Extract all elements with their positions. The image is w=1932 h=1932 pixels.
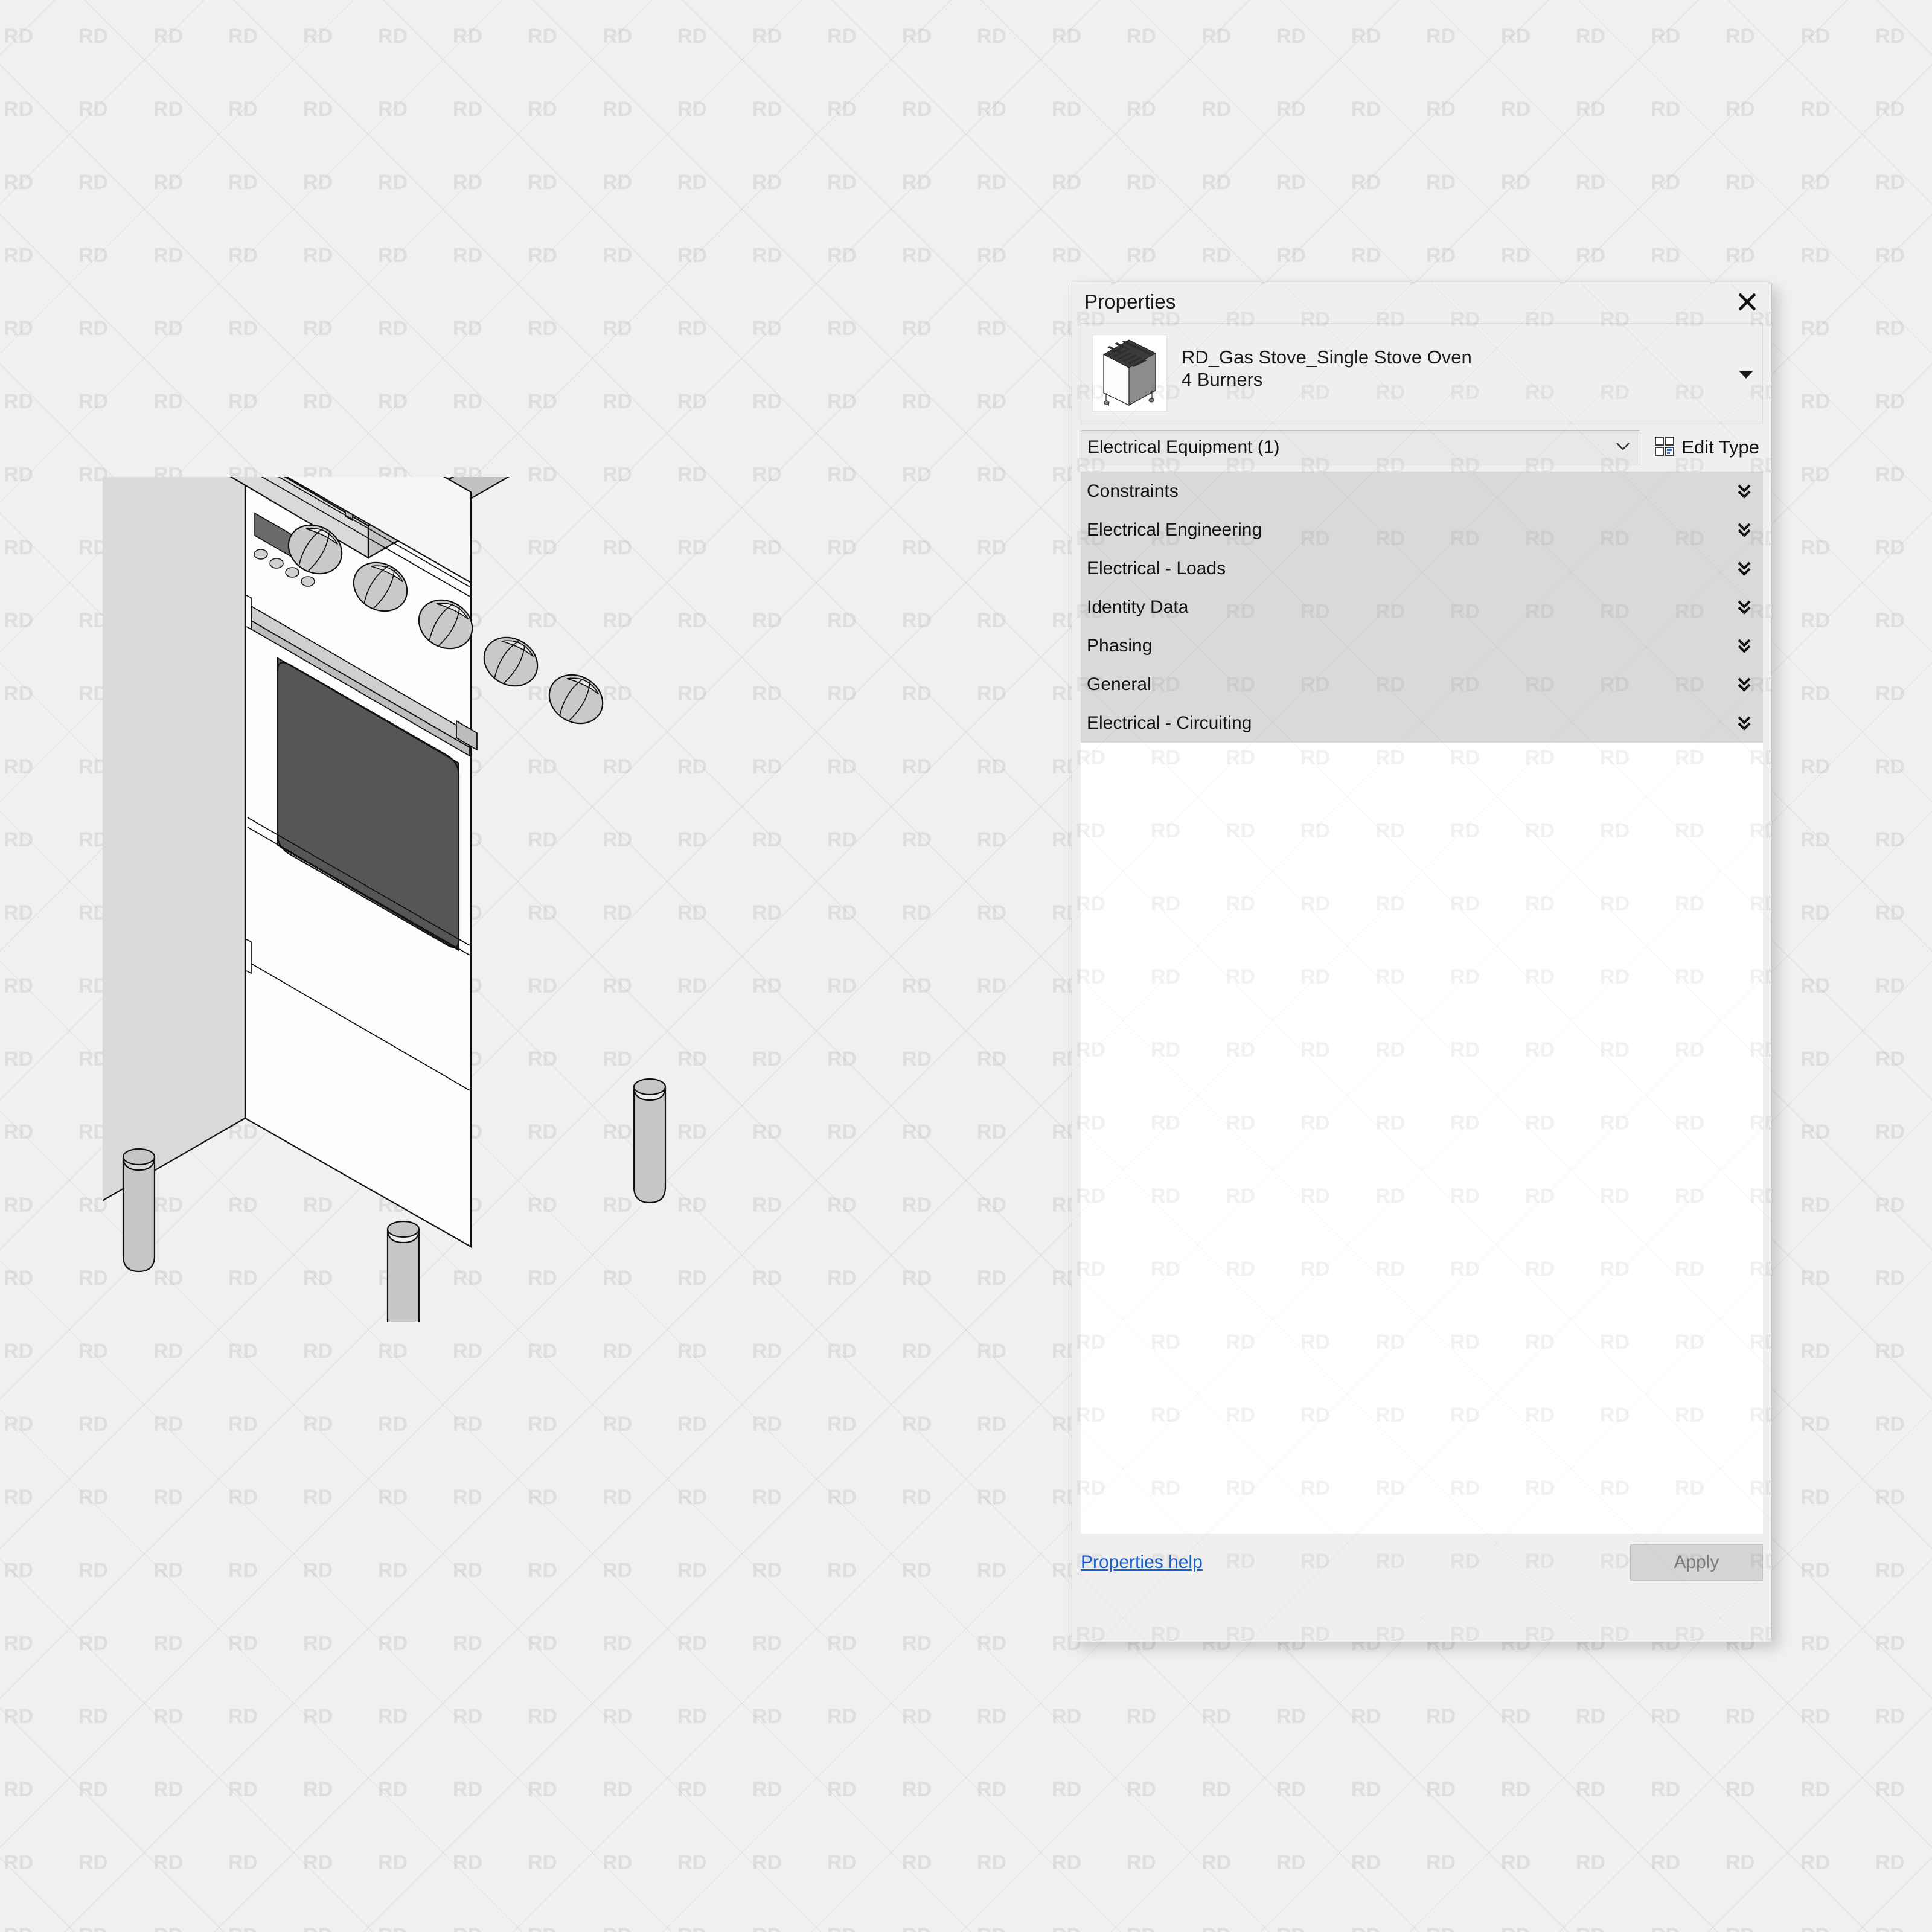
palette-titlebar: Properties — [1072, 283, 1771, 321]
type-dropdown-arrow-icon[interactable] — [1730, 324, 1762, 425]
double-chevron-down-icon[interactable] — [1736, 522, 1752, 539]
parameter-group-row[interactable]: Constraints — [1081, 472, 1763, 511]
double-chevron-down-icon[interactable] — [1736, 676, 1752, 693]
edit-type-icon — [1654, 435, 1675, 460]
parameter-group-list: Constraints Electrical Engineering Electri… — [1081, 472, 1763, 743]
parameter-group-row[interactable]: Electrical Engineering — [1081, 511, 1763, 549]
parameter-group-row[interactable]: Electrical - Loads — [1081, 549, 1763, 588]
type-family-name: RD_Gas Stove_Single Stove Oven — [1182, 347, 1730, 369]
parameter-group-row[interactable]: Electrical - Circuiting — [1081, 704, 1763, 743]
parameter-group-row[interactable]: Identity Data — [1081, 588, 1763, 627]
gas-stove-thumbnail: .tb { fill:none; stroke:#222; stroke-wid… — [1092, 334, 1167, 412]
type-variant-name: 4 Burners — [1182, 369, 1730, 391]
edit-type-label: Edit Type — [1681, 437, 1759, 458]
app-canvas: RDRDRDRDRDRDRDRDRDRDRDRDRDRDRDRDRDRDRDRD… — [0, 0, 1932, 1932]
apply-button[interactable]: Apply — [1630, 1544, 1763, 1581]
double-chevron-down-icon[interactable] — [1736, 560, 1752, 577]
properties-help-link[interactable]: Properties help — [1081, 1552, 1203, 1573]
double-chevron-down-icon[interactable] — [1736, 715, 1752, 732]
parameter-group-row[interactable]: Phasing — [1081, 627, 1763, 665]
parameter-group-label: Electrical Engineering — [1087, 520, 1262, 540]
palette-title: Properties — [1084, 290, 1176, 313]
category-select-value: Electrical Equipment (1) — [1087, 437, 1279, 458]
properties-palette: Properties .tb { fill:none; stroke:#222;… — [1072, 283, 1772, 1642]
type-name-block: RD_Gas Stove_Single Stove Oven 4 Burners — [1167, 324, 1730, 391]
chevron-down-icon — [1614, 441, 1631, 455]
double-chevron-down-icon[interactable] — [1736, 599, 1752, 616]
close-icon[interactable] — [1734, 289, 1761, 315]
gas-stove-illustration: .ln { fill:none; stroke:#111; stroke-wid… — [103, 477, 906, 1322]
parameter-group-label: Constraints — [1087, 481, 1179, 502]
category-row: Electrical Equipment (1) — [1081, 430, 1763, 464]
double-chevron-down-icon[interactable] — [1736, 483, 1752, 500]
category-select[interactable]: Electrical Equipment (1) — [1081, 430, 1640, 464]
edit-type-button[interactable]: Edit Type — [1650, 433, 1763, 462]
parameter-group-label: Phasing — [1087, 636, 1152, 656]
parameter-group-label: Electrical - Circuiting — [1087, 713, 1252, 734]
parameter-group-row[interactable]: General — [1081, 665, 1763, 704]
parameter-values-area[interactable] — [1081, 743, 1763, 1534]
type-selector[interactable]: .tb { fill:none; stroke:#222; stroke-wid… — [1081, 323, 1763, 424]
palette-footer: Properties help Apply — [1081, 1534, 1763, 1591]
parameter-group-label: Electrical - Loads — [1087, 558, 1226, 579]
double-chevron-down-icon[interactable] — [1736, 638, 1752, 654]
parameter-group-label: Identity Data — [1087, 597, 1188, 618]
parameter-group-label: General — [1087, 674, 1151, 695]
